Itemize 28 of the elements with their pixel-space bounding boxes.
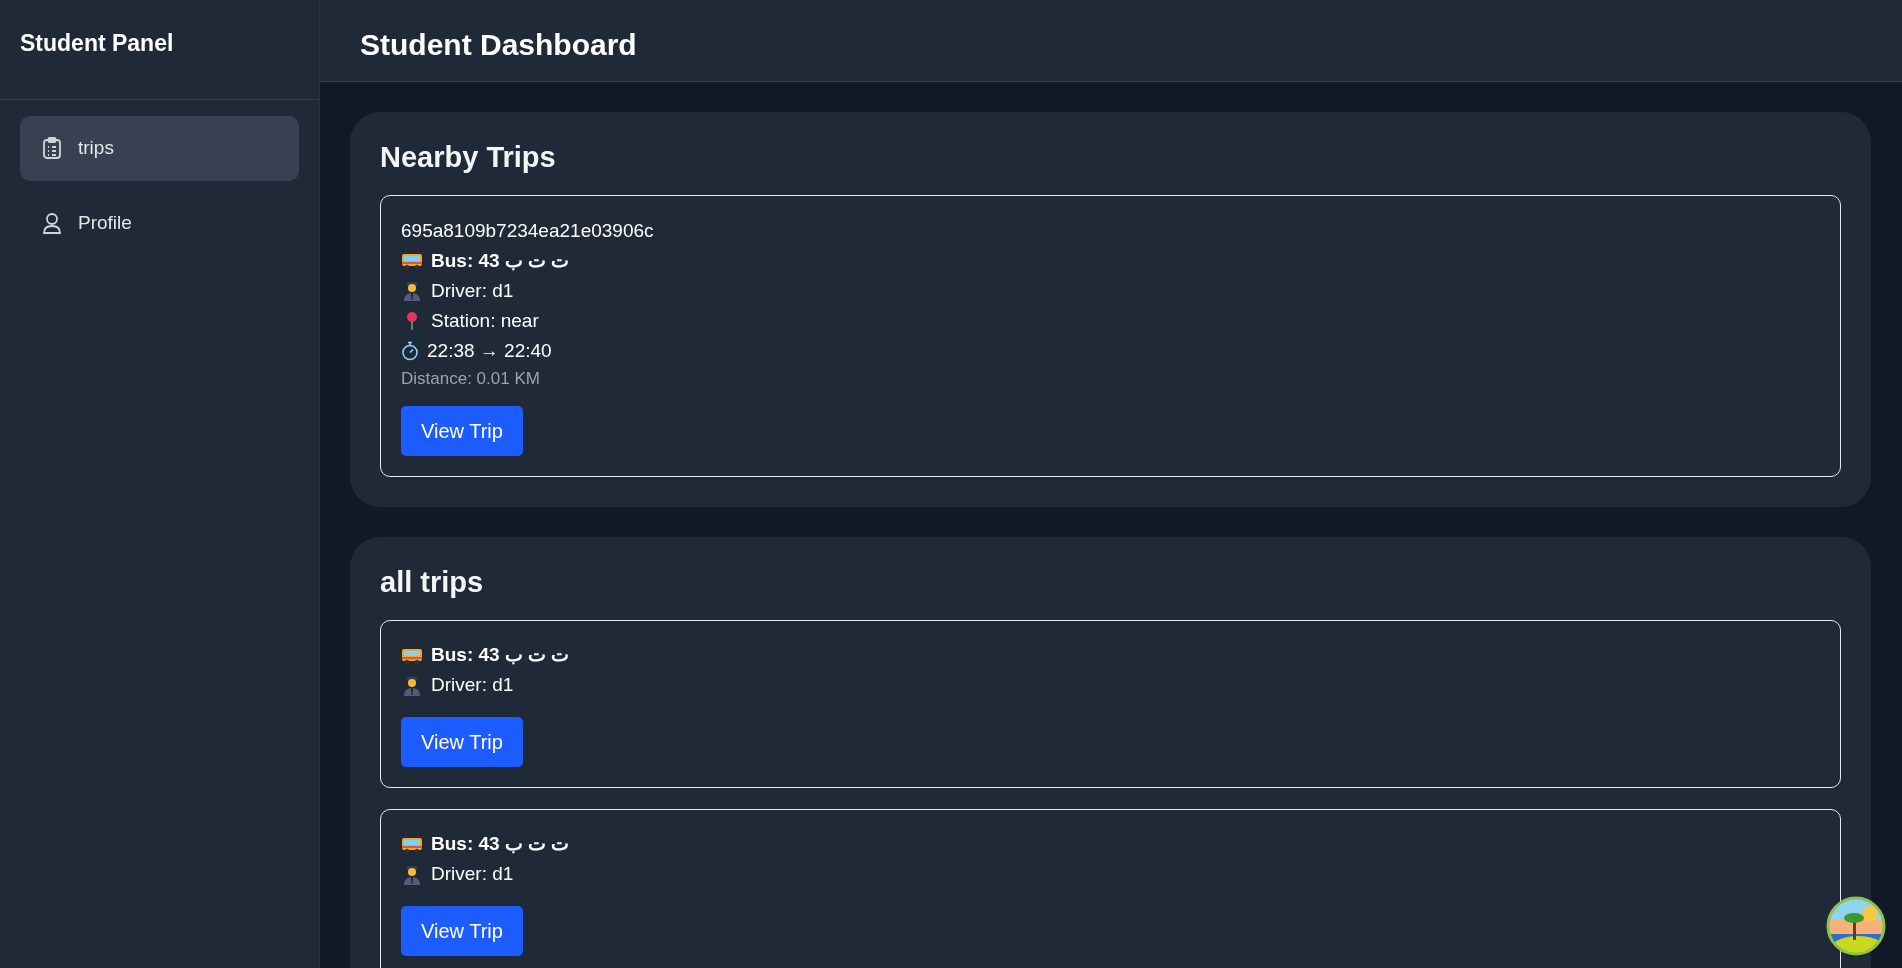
sidebar-item[interactable]: Profile: [20, 190, 299, 255]
driver-icon: [401, 280, 423, 301]
view-trip-button[interactable]: View Trip: [401, 905, 523, 956]
sidebar-item[interactable]: trips: [20, 116, 299, 181]
view-trip-button[interactable]: View Trip: [401, 716, 523, 767]
bus-icon: [401, 646, 423, 665]
trip-driver: Driver: d1: [431, 278, 514, 303]
stopwatch-icon: [401, 340, 419, 361]
trip-bus: Bus: 43 ت ت ب: [431, 832, 570, 857]
trip-bus: Bus: 43 ت ت ب: [431, 248, 570, 273]
trip-time: 22:38 → 22:40: [427, 338, 552, 363]
user-icon: [42, 211, 62, 234]
clipboard-icon: [42, 137, 62, 160]
page-title: Student Dashboard: [360, 27, 638, 63]
bus-icon: [401, 835, 423, 854]
trip-driver: Driver: d1: [431, 673, 514, 698]
driver-icon: [401, 675, 423, 696]
trip-distance: Distance: 0.01 KM: [401, 367, 541, 390]
panel-title: Student Panel: [20, 29, 175, 58]
trip-station: Station: near: [431, 308, 539, 333]
trip-driver: Driver: d1: [431, 862, 514, 887]
section-title: all trips: [380, 564, 485, 600]
trip-bus: Bus: 43 ت ت ب: [431, 643, 570, 668]
trip-id: 695a8109b7234ea21e03906c: [401, 218, 655, 243]
section-title: Nearby Trips: [380, 140, 557, 175]
view-trip-button[interactable]: View Trip: [401, 405, 523, 456]
driver-icon: [401, 864, 423, 885]
bus-icon: [401, 251, 423, 270]
